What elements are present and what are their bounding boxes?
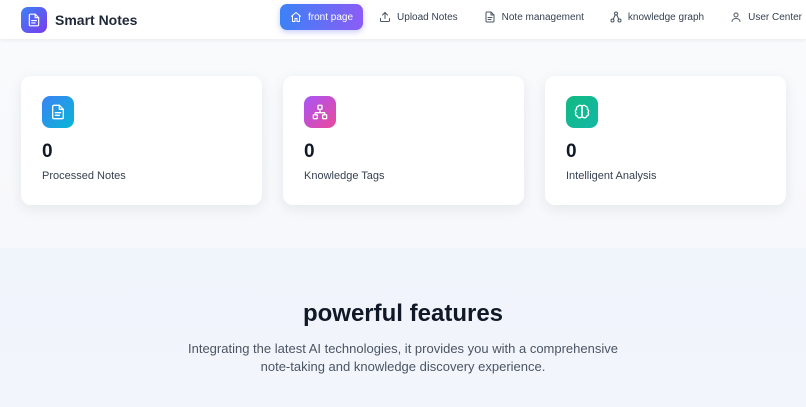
nav-item-note-management[interactable]: Note management [474,4,594,30]
features-title: powerful features [302,300,504,327]
stat-label: Knowledge Tags [304,170,385,182]
stat-label: Intelligent Analysis [566,170,657,182]
stat-card-knowledge-tags: 0 Knowledge Tags [283,76,524,205]
stat-card-intelligent-analysis: 0 Intelligent Analysis [545,76,786,205]
graph-icon [610,11,622,23]
stats-section: 0 Processed Notes 0 Knowledge Tags 0 Int… [0,39,806,248]
document-icon [42,96,74,128]
brand[interactable]: Smart Notes [21,6,138,33]
main-nav: front page Upload Notes Note management [280,4,806,30]
stat-value: 0 [304,141,315,162]
stat-label: Processed Notes [42,170,126,182]
nav-item-user-center[interactable]: User Center [720,4,806,30]
features-description: Integrating the latest AI technologies, … [188,341,618,374]
upload-icon [380,12,391,22]
nav-label: Note management [501,11,584,23]
stat-card-processed-notes: 0 Processed Notes [21,76,262,205]
document-icon [485,11,495,23]
nav-item-front-page[interactable]: front page [280,4,364,30]
app-title: Smart Notes [55,11,138,28]
stat-value: 0 [566,141,577,162]
stat-value: 0 [42,141,53,162]
nav-label: Upload Notes [397,11,458,23]
top-navbar: Smart Notes front page Upload Notes Note… [0,0,806,39]
graph-icon [304,96,336,128]
features-section: powerful features Integrating the latest… [0,248,806,407]
nav-item-upload-notes[interactable]: Upload Notes [369,4,468,30]
nav-label: User Center [748,11,802,23]
nav-label: front page [308,11,354,23]
page: Smart Notes front page Upload Notes Note… [0,0,806,407]
notes-logo-icon [21,6,47,33]
nav-label: knowledge graph [627,11,705,23]
nav-item-knowledge-graph[interactable]: knowledge graph [600,4,714,30]
brain-icon [566,96,598,128]
user-icon [731,12,741,22]
home-icon [291,12,301,22]
